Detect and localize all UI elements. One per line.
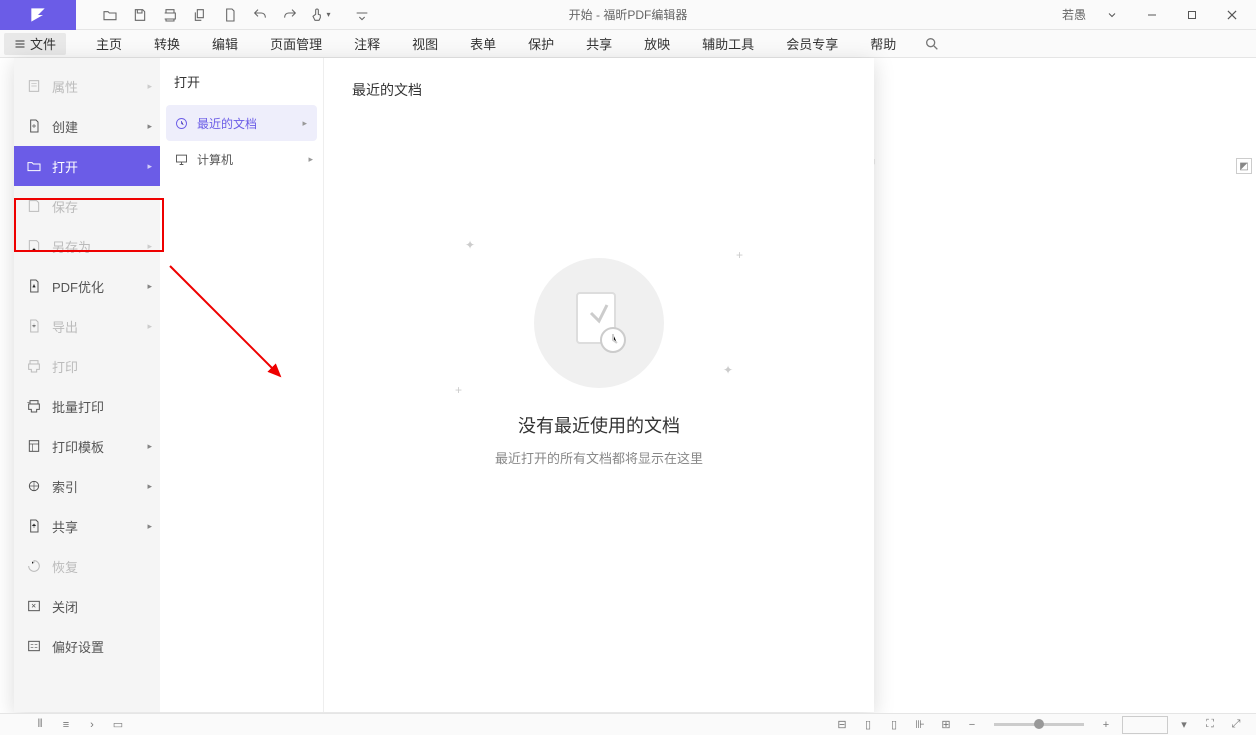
- file-item-optimize[interactable]: PDF优化▸: [14, 266, 160, 306]
- search-icon[interactable]: [922, 34, 942, 54]
- empty-title: 没有最近使用的文档: [495, 412, 703, 438]
- sb-nav-prev-icon[interactable]: ≡: [56, 716, 76, 734]
- open-panel-title: 打开: [160, 72, 323, 105]
- save-icon[interactable]: [126, 2, 154, 28]
- new-icon[interactable]: [216, 2, 244, 28]
- zoom-dropdown-icon[interactable]: ▾: [1174, 716, 1194, 734]
- tab-vip[interactable]: 会员专享: [770, 30, 854, 58]
- touch-icon[interactable]: ▾: [306, 2, 334, 28]
- sb-fitpage-icon[interactable]: ▯: [858, 716, 878, 734]
- file-item-export[interactable]: 导出▸: [14, 306, 160, 346]
- recent-docs-panel: 最近的文档 ✦ + + ✦ 没有最近使用的文档 最近打开的所有文档都将显示在这里: [324, 58, 874, 712]
- empty-subtitle: 最近打开的所有文档都将显示在这里: [495, 448, 703, 467]
- tab-protect[interactable]: 保护: [512, 30, 570, 58]
- tab-convert[interactable]: 转换: [138, 30, 196, 58]
- sub-item-computer[interactable]: 计算机▸: [160, 141, 323, 177]
- sub-item-recent[interactable]: 最近的文档▸: [166, 105, 317, 141]
- minimize-icon[interactable]: [1134, 2, 1170, 28]
- file-item-share[interactable]: 共享▸: [14, 506, 160, 546]
- file-tab[interactable]: 文件: [4, 33, 66, 55]
- file-item-prefs[interactable]: 偏好设置: [14, 626, 160, 666]
- file-item-close[interactable]: 关闭: [14, 586, 160, 626]
- tab-help[interactable]: 帮助: [854, 30, 912, 58]
- print-icon[interactable]: [156, 2, 184, 28]
- empty-state: ✦ + + ✦ 没有最近使用的文档 最近打开的所有文档都将显示在这里: [495, 258, 703, 467]
- window-title: 开始 - 福昕PDF编辑器: [569, 6, 688, 23]
- user-name[interactable]: 若愚: [1062, 6, 1086, 23]
- file-tab-label: 文件: [30, 34, 56, 53]
- sb-continuous-icon[interactable]: ⊪: [910, 716, 930, 734]
- titlebar: ▾ 开始 - 福昕PDF编辑器 若愚: [0, 0, 1256, 30]
- tab-tools[interactable]: 辅助工具: [686, 30, 770, 58]
- file-item-saveas[interactable]: 另存为▸: [14, 226, 160, 266]
- app-logo: [0, 0, 76, 30]
- file-item-index[interactable]: 索引▸: [14, 466, 160, 506]
- statusbar: ⦀ ≡ › ▭ ⊟ ▯ ▯ ⊪ ⊞ − + ▾ ⛶ ⤢: [0, 713, 1256, 735]
- recent-docs-title: 最近的文档: [352, 80, 846, 100]
- file-menu-list: 属性▸ 创建▸ 打开▸ 保存 另存为▸ PDF优化▸ 导出▸ 打印 批量打印 打…: [14, 58, 160, 712]
- copy-icon[interactable]: [186, 2, 214, 28]
- undo-icon[interactable]: [246, 2, 274, 28]
- sb-facing-icon[interactable]: ⊞: [936, 716, 956, 734]
- ribbon-tabs: 文件 主页 转换 编辑 页面管理 注释 视图 表单 保护 共享 放映 辅助工具 …: [0, 30, 1256, 58]
- sb-single-icon[interactable]: ▯: [884, 716, 904, 734]
- tab-present[interactable]: 放映: [628, 30, 686, 58]
- tab-edit[interactable]: 编辑: [196, 30, 254, 58]
- tab-view[interactable]: 视图: [396, 30, 454, 58]
- file-item-save[interactable]: 保存: [14, 186, 160, 226]
- user-dropdown-icon[interactable]: [1094, 2, 1130, 28]
- sb-fitwidth-icon[interactable]: ⊟: [832, 716, 852, 734]
- tab-annotate[interactable]: 注释: [338, 30, 396, 58]
- quick-access-toolbar: ▾: [76, 2, 376, 28]
- sb-page-icon[interactable]: ▭: [108, 716, 128, 734]
- open-source-list: 打开 最近的文档▸ 计算机▸: [160, 58, 324, 712]
- tab-pages[interactable]: 页面管理: [254, 30, 338, 58]
- workspace: 名 ◩ 属性▸ 创建▸ 打开▸ 保存 另存为▸ PDF优化▸ 导出▸ 打印 批量…: [0, 58, 1256, 713]
- close-icon[interactable]: [1214, 2, 1250, 28]
- file-item-restore[interactable]: 恢复: [14, 546, 160, 586]
- computer-icon: [174, 152, 189, 167]
- open-icon[interactable]: [96, 2, 124, 28]
- empty-doc-icon: [534, 258, 664, 388]
- hamburger-icon: [14, 38, 26, 50]
- clock-icon: [174, 116, 189, 131]
- tab-share[interactable]: 共享: [570, 30, 628, 58]
- tab-home[interactable]: 主页: [80, 30, 138, 58]
- file-item-template[interactable]: 打印模板▸: [14, 426, 160, 466]
- zoom-out-icon[interactable]: −: [962, 716, 982, 734]
- sb-nav-next-icon[interactable]: ›: [82, 716, 102, 734]
- file-item-open[interactable]: 打开▸: [14, 146, 160, 186]
- file-item-create[interactable]: 创建▸: [14, 106, 160, 146]
- file-menu-panel: 属性▸ 创建▸ 打开▸ 保存 另存为▸ PDF优化▸ 导出▸ 打印 批量打印 打…: [14, 58, 874, 712]
- zoom-value-box[interactable]: [1122, 716, 1168, 734]
- fullscreen-icon[interactable]: ⛶: [1200, 716, 1220, 734]
- file-item-print[interactable]: 打印: [14, 346, 160, 386]
- redo-icon[interactable]: [276, 2, 304, 28]
- file-item-batchprint[interactable]: 批量打印: [14, 386, 160, 426]
- zoom-slider[interactable]: [994, 723, 1084, 726]
- maximize-icon[interactable]: [1174, 2, 1210, 28]
- qat-more-icon[interactable]: [348, 2, 376, 28]
- sb-nav-first-icon[interactable]: ⦀: [30, 716, 50, 734]
- zoom-in-icon[interactable]: +: [1096, 716, 1116, 734]
- tab-form[interactable]: 表单: [454, 30, 512, 58]
- file-item-properties[interactable]: 属性▸: [14, 66, 160, 106]
- expand-icon[interactable]: ⤢: [1226, 716, 1246, 734]
- collapse-panel-icon[interactable]: ◩: [1236, 158, 1252, 174]
